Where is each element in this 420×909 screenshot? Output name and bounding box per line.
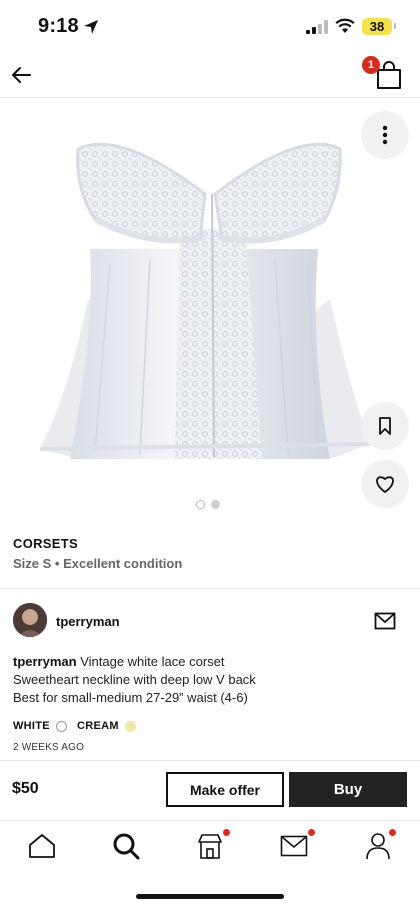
item-description: tperryman Vintage white lace corset Swee… bbox=[13, 653, 343, 707]
condition-label: Excellent condition bbox=[63, 556, 183, 571]
save-button[interactable] bbox=[361, 402, 409, 450]
wifi-icon bbox=[335, 18, 355, 33]
color-name: CREAM bbox=[76, 720, 119, 732]
location-arrow-icon bbox=[84, 20, 98, 34]
price: $50 bbox=[12, 780, 39, 797]
back-button[interactable] bbox=[6, 60, 36, 90]
shop-icon bbox=[198, 834, 222, 859]
tab-inbox[interactable] bbox=[278, 830, 310, 862]
seller-username[interactable]: tperryman bbox=[56, 614, 120, 629]
pagination-dot[interactable] bbox=[211, 500, 220, 509]
pagination-dot[interactable] bbox=[196, 500, 205, 509]
tab-home[interactable] bbox=[26, 830, 58, 862]
inbox-notification-dot bbox=[308, 829, 315, 836]
seller-avatar[interactable] bbox=[13, 603, 47, 637]
description-author[interactable]: tperryman bbox=[13, 654, 77, 669]
search-icon bbox=[113, 833, 140, 860]
color-name: WHITE bbox=[13, 720, 50, 732]
color-list: WHITE CREAM bbox=[13, 720, 146, 732]
description-line: Sweetheart neckline with deep low V back bbox=[13, 672, 256, 687]
description-line: Vintage white lace corset bbox=[80, 654, 225, 669]
divider bbox=[0, 820, 420, 821]
back-arrow-icon bbox=[12, 67, 31, 83]
inbox-icon bbox=[280, 835, 308, 857]
profile-notification-dot bbox=[389, 829, 396, 836]
status-time: 9:18 bbox=[38, 15, 79, 37]
size-condition: Size S • Excellent condition bbox=[13, 556, 182, 571]
image-pagination bbox=[196, 500, 220, 509]
make-offer-button[interactable]: Make offer bbox=[166, 772, 284, 807]
size-label: Size S bbox=[13, 556, 52, 571]
top-nav: 1 bbox=[0, 56, 420, 98]
message-seller-icon[interactable] bbox=[374, 612, 396, 630]
home-indicator[interactable] bbox=[136, 894, 284, 899]
avatar-image bbox=[13, 603, 47, 637]
description-line: Best for small-medium 27-29” waist (4-6) bbox=[13, 690, 248, 705]
battery-indicator: 38 bbox=[362, 18, 396, 35]
product-photo[interactable] bbox=[0, 99, 420, 519]
status-bar: 9:18 38 bbox=[0, 0, 420, 56]
posted-time: 2 WEEKS AGO bbox=[13, 742, 85, 753]
separator: • bbox=[54, 556, 60, 571]
heart-icon bbox=[376, 476, 394, 493]
bookmark-icon bbox=[379, 417, 391, 435]
more-options-button[interactable] bbox=[361, 111, 409, 159]
home-icon bbox=[29, 834, 55, 858]
buy-button[interactable]: Buy bbox=[289, 772, 407, 807]
brand-name[interactable]: CORSETS bbox=[13, 536, 78, 551]
divider bbox=[0, 760, 420, 761]
profile-icon bbox=[366, 833, 390, 860]
shop-notification-dot bbox=[223, 829, 230, 836]
white-swatch bbox=[55, 720, 67, 732]
cream-swatch bbox=[124, 720, 136, 732]
tab-search[interactable] bbox=[110, 830, 142, 862]
tab-shop[interactable] bbox=[194, 830, 226, 862]
divider bbox=[0, 588, 420, 589]
like-button[interactable] bbox=[361, 460, 409, 508]
corset-image bbox=[39, 142, 371, 459]
cart-count-badge: 1 bbox=[362, 56, 380, 74]
cellular-signal-icon bbox=[306, 20, 328, 34]
more-vertical-icon bbox=[382, 125, 388, 145]
